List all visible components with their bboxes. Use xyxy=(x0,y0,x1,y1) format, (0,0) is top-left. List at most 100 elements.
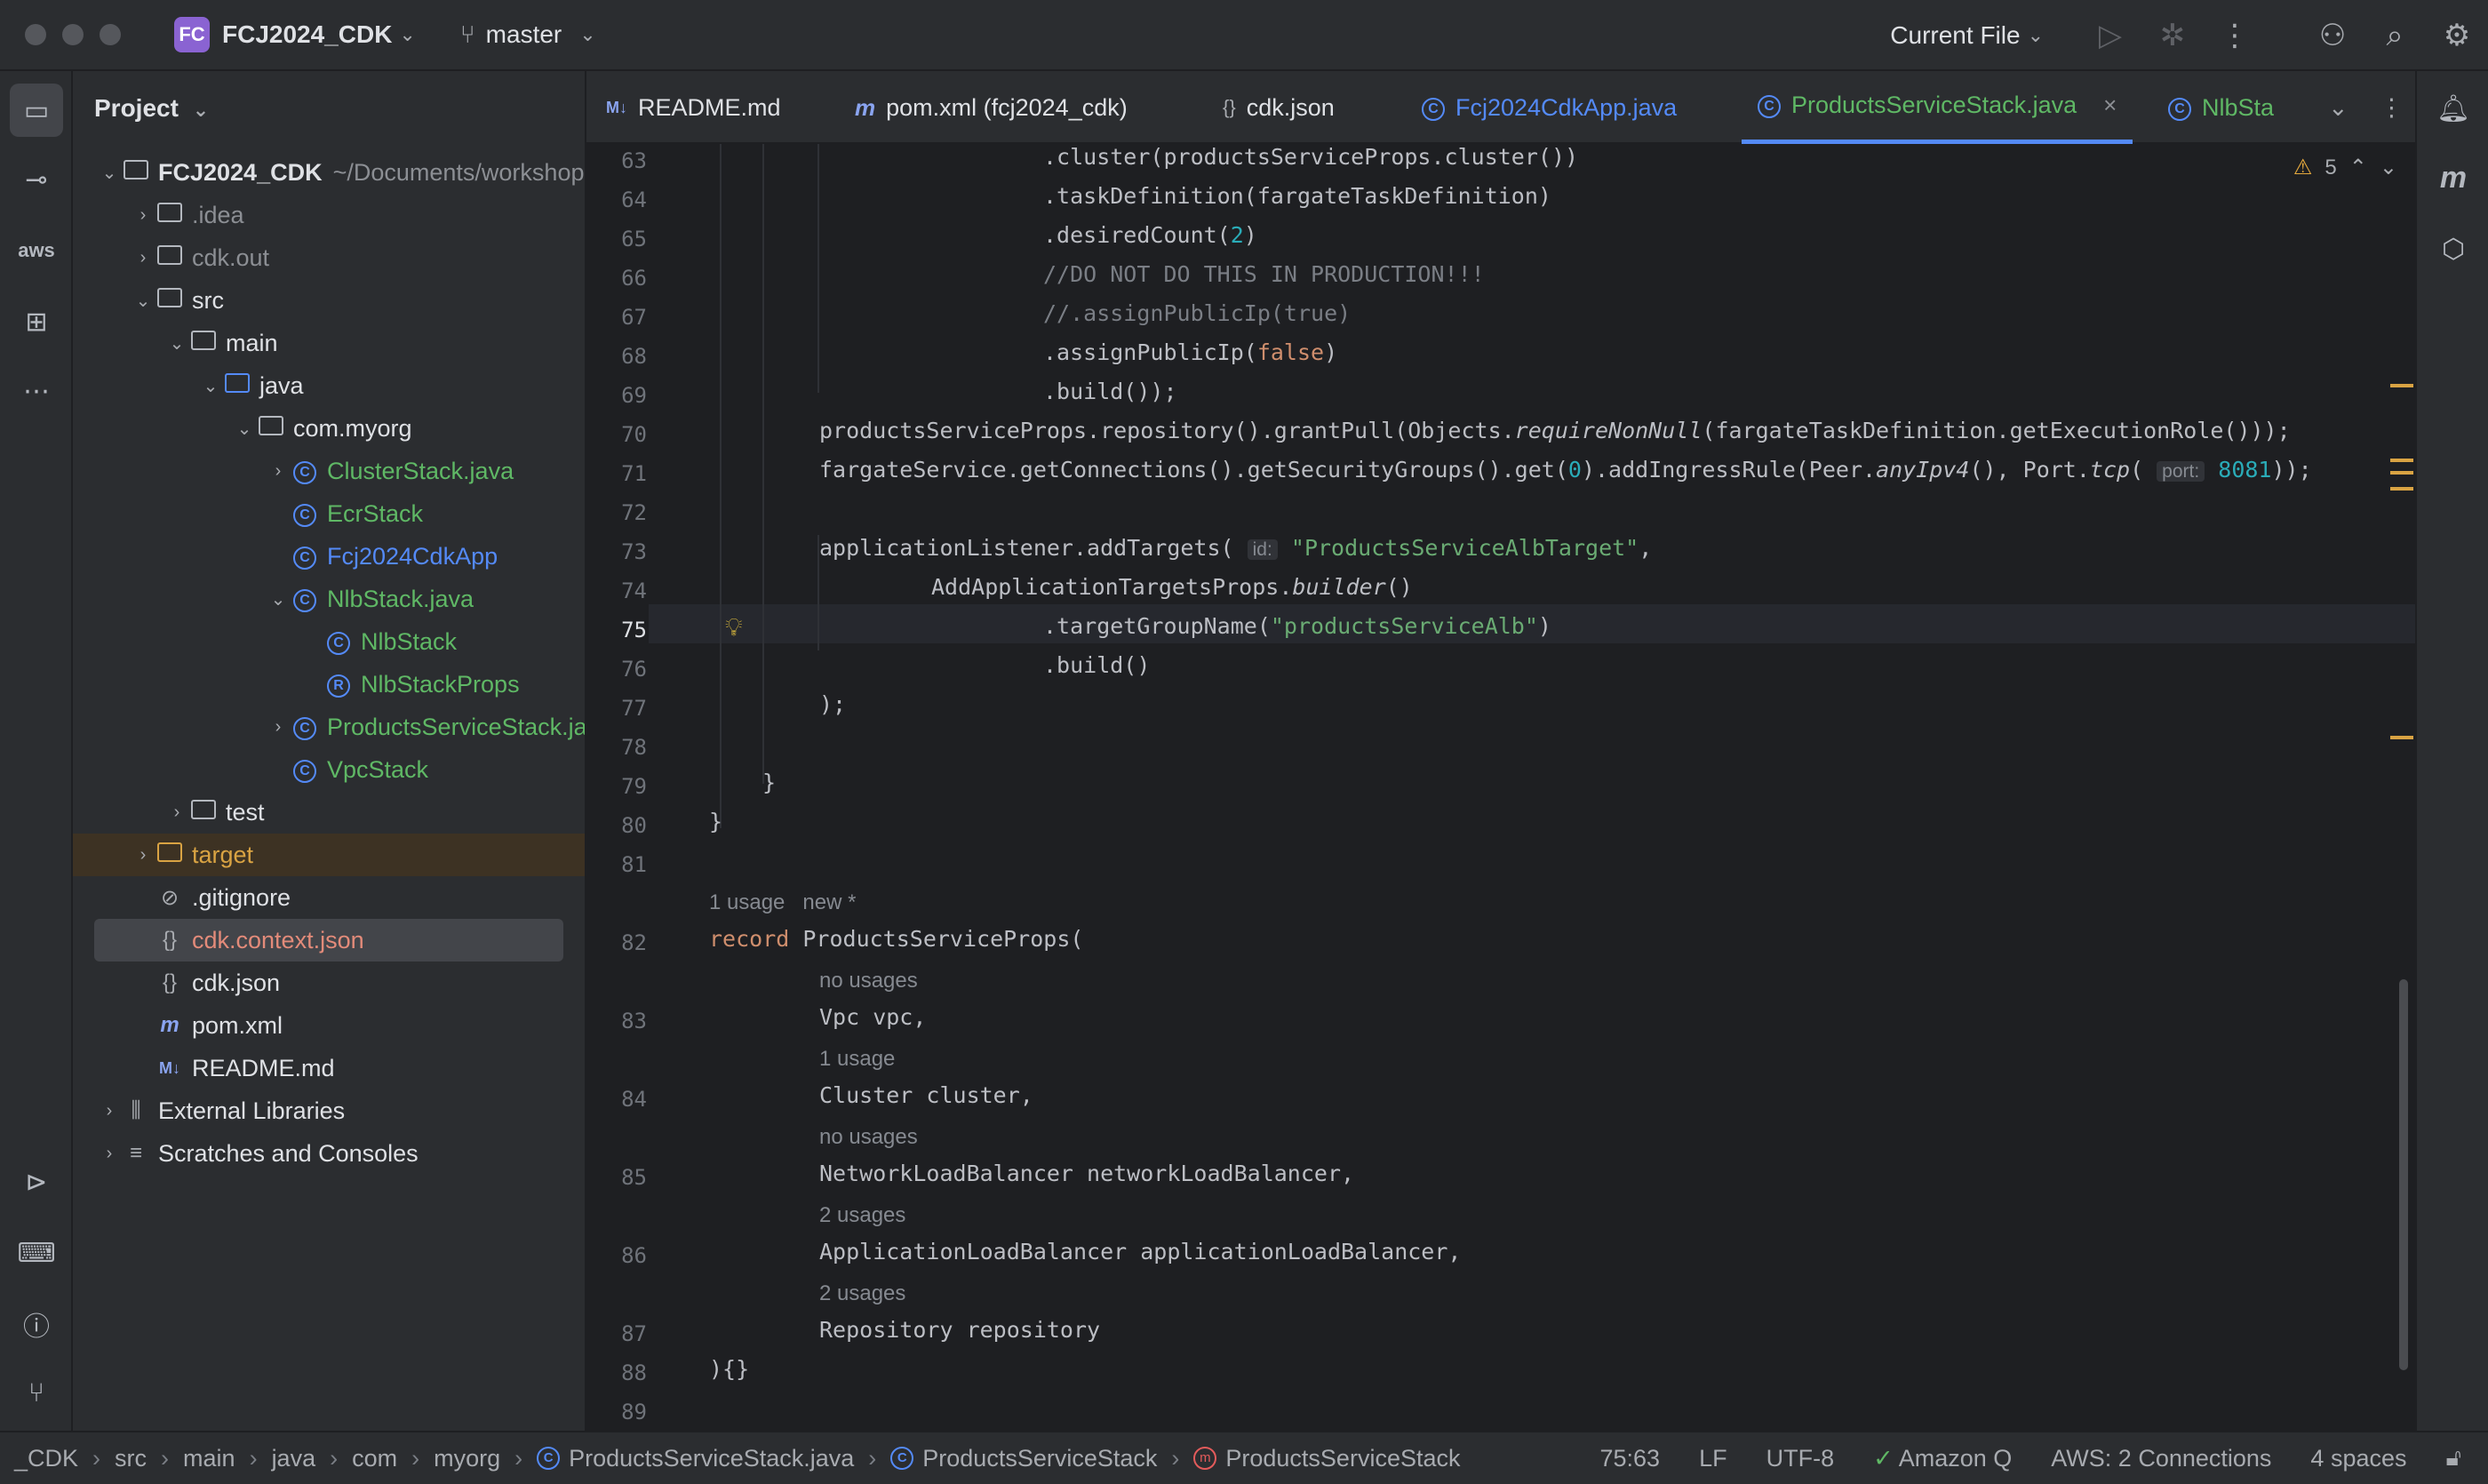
search-icon[interactable]: ⌕ xyxy=(2364,0,2426,71)
file-encoding[interactable]: UTF-8 xyxy=(1766,1445,1835,1472)
vcs-branch-widget[interactable]: ⑂ master ⌄ xyxy=(460,20,596,49)
minimize-window-button[interactable] xyxy=(62,24,84,45)
more-tools-icon[interactable]: ⋯ xyxy=(10,364,63,418)
tab-more-options-icon[interactable]: ⋮ xyxy=(2380,71,2404,144)
amazon-q-widget[interactable]: ✓ Amazon Q xyxy=(1873,1445,2012,1472)
indent-setting[interactable]: 4 spaces xyxy=(2310,1445,2406,1472)
tree-item-products-service-stack[interactable]: › C ProductsServiceStack.java xyxy=(73,706,585,748)
tree-item-nlb-stack-java[interactable]: ⌄ C NlbStack.java xyxy=(73,578,585,620)
code-vision-hint[interactable]: 2 usages xyxy=(819,1203,905,1228)
previous-highlight-icon[interactable]: ⌃ xyxy=(2349,155,2367,180)
code-vision-hint[interactable]: 2 usages xyxy=(819,1281,905,1306)
zoom-window-button[interactable] xyxy=(100,24,121,45)
tab-pom-xml[interactable]: m pom.xml (fcj2024_cdk) xyxy=(855,71,1128,144)
tree-item-label: Scratches and Consoles xyxy=(158,1139,419,1167)
git-tool-icon[interactable]: ⑂ xyxy=(10,1367,63,1420)
tree-item-cdk-out[interactable]: › cdk.out xyxy=(73,236,585,279)
line-number: 73 xyxy=(621,539,647,564)
lightbulb-intention-icon[interactable]: 💡︎ xyxy=(725,613,743,642)
tree-item-cdk-context-json[interactable]: {} cdk.context.json xyxy=(94,919,563,961)
warning-stripe-marker[interactable] xyxy=(2390,384,2413,387)
warning-stripe-marker[interactable] xyxy=(2390,487,2413,491)
close-window-button[interactable] xyxy=(25,24,46,45)
project-switcher[interactable]: FCJ2024_CDK xyxy=(222,20,392,49)
run-icon[interactable]: ▷ xyxy=(2079,0,2141,71)
breadcrumb-item[interactable]: com xyxy=(352,1445,397,1472)
tab-cdk-json[interactable]: {} cdk.json xyxy=(1223,71,1335,144)
tree-item-java[interactable]: ⌄ java xyxy=(73,364,585,407)
terminal-tool-icon[interactable]: ⌨ xyxy=(10,1226,63,1280)
line-separator[interactable]: LF xyxy=(1699,1445,1727,1472)
structure-tool-icon[interactable]: ⊞ xyxy=(10,295,63,348)
tree-item-scratches[interactable]: › ≡ Scratches and Consoles xyxy=(73,1132,585,1175)
tree-item-src[interactable]: ⌄ src xyxy=(73,279,585,322)
ai-assistant-icon[interactable]: ⬡ xyxy=(2427,222,2480,275)
tree-item-idea[interactable]: › .idea xyxy=(73,194,585,236)
tree-item-target[interactable]: › target xyxy=(73,834,585,876)
tab-list-dropdown-icon[interactable]: ⌄ xyxy=(2328,71,2348,144)
aws-toolkit-icon[interactable]: aws xyxy=(10,224,63,277)
add-user-icon[interactable]: ⚇ xyxy=(2301,0,2364,71)
tree-item-label: main xyxy=(226,329,278,356)
tree-item-external-libraries[interactable]: › ⫼ External Libraries xyxy=(73,1089,585,1132)
tree-item-gitignore[interactable]: ⊘ .gitignore xyxy=(73,876,585,919)
run-configuration-selector[interactable]: Current File ⌄ xyxy=(1890,21,2044,50)
class-icon: C xyxy=(537,1447,561,1470)
tree-item-com-myorg[interactable]: ⌄ com.myorg xyxy=(73,407,585,450)
code-vision-hint[interactable]: 1 usage new * xyxy=(709,890,856,915)
project-tool-folder-icon[interactable]: ▭ xyxy=(10,84,63,137)
tab-nlb-stack[interactable]: C NlbStack xyxy=(2168,71,2275,144)
folder-icon xyxy=(188,330,219,356)
breadcrumb-item[interactable]: main xyxy=(183,1445,235,1472)
line-number: 78 xyxy=(621,735,647,760)
tab-products-service-stack[interactable]: C ProductsServiceStack.java × xyxy=(1742,71,2133,144)
commit-tool-icon[interactable]: ⊸ xyxy=(10,153,63,206)
notifications-bell-icon[interactable]: 🔔︎ xyxy=(2427,82,2480,135)
warning-stripe-marker[interactable] xyxy=(2390,459,2413,462)
code-vision-hint[interactable]: no usages xyxy=(819,969,918,993)
tree-item-main[interactable]: ⌄ main xyxy=(73,322,585,364)
more-actions-icon[interactable]: ⋮ xyxy=(2204,0,2266,71)
close-tab-icon[interactable]: × xyxy=(2103,92,2117,119)
read-only-lock-icon[interactable]: 🔓︎ xyxy=(2446,1444,2462,1472)
breadcrumb-item[interactable]: myorg xyxy=(434,1445,500,1472)
project-badge[interactable]: FC xyxy=(174,17,210,52)
aws-connections-widget[interactable]: AWS: 2 Connections xyxy=(2051,1445,2271,1472)
inspection-widget[interactable]: ⚠ 5 ⌃ ⌄ xyxy=(2293,155,2397,180)
tree-item-cluster-stack[interactable]: › C ClusterStack.java xyxy=(73,450,585,492)
breadcrumb-item[interactable]: ProductsServiceStack xyxy=(922,1445,1157,1472)
caret-position[interactable]: 75:63 xyxy=(1600,1445,1661,1472)
warning-stripe-marker[interactable] xyxy=(2390,471,2413,475)
tree-item-cdk-json[interactable]: {} cdk.json xyxy=(73,961,585,1004)
tree-item-vpc-stack[interactable]: C VpcStack xyxy=(73,748,585,791)
tree-item-ecr-stack[interactable]: C EcrStack xyxy=(73,492,585,535)
maven-tool-icon[interactable]: m xyxy=(2427,151,2480,204)
next-highlight-icon[interactable]: ⌄ xyxy=(2380,155,2397,180)
code-vision-hint[interactable]: 1 usage xyxy=(819,1047,895,1072)
breadcrumb-item[interactable]: ProductsServiceStack xyxy=(1225,1445,1460,1472)
breadcrumb-item[interactable]: java xyxy=(272,1445,316,1472)
window-controls[interactable] xyxy=(25,24,121,45)
tree-item-nlb-stack-props[interactable]: R NlbStackProps xyxy=(73,663,585,706)
tree-item-fcj-app[interactable]: C Fcj2024CdkApp xyxy=(73,535,585,578)
tree-root[interactable]: ⌄ FCJ2024_CDK ~/Documents/workshop xyxy=(73,151,585,194)
code-vision-hint[interactable]: no usages xyxy=(819,1125,918,1150)
debug-icon[interactable]: ✲ xyxy=(2141,0,2204,71)
settings-gear-icon[interactable]: ⚙ xyxy=(2426,0,2488,71)
tab-readme[interactable]: M↓ README.md xyxy=(606,71,781,144)
breadcrumb-item[interactable]: src xyxy=(115,1445,147,1472)
breadcrumb-item[interactable]: _CDK xyxy=(14,1445,78,1472)
tree-item-readme[interactable]: M↓ README.md xyxy=(73,1047,585,1089)
tree-item-nlb-stack[interactable]: C NlbStack xyxy=(73,620,585,663)
code-line: ); xyxy=(819,691,847,717)
breadcrumb-item[interactable]: ProductsServiceStack.java xyxy=(569,1445,854,1472)
services-tool-icon[interactable]: ⊳ xyxy=(10,1155,63,1209)
problems-tool-icon[interactable]: ⓘ xyxy=(10,1297,63,1351)
warning-stripe-marker[interactable] xyxy=(2390,736,2413,739)
tree-item-pom-xml[interactable]: m pom.xml xyxy=(73,1004,585,1047)
project-panel-title[interactable]: Project ⌄ xyxy=(94,94,209,123)
editor-vertical-scrollbar[interactable] xyxy=(2399,979,2408,1370)
tree-item-test[interactable]: › test xyxy=(73,791,585,834)
code-editor[interactable]: ⚠ 5 ⌃ ⌄ 63 64 65 66 67 68 69 70 71 72 73… xyxy=(586,144,2415,1431)
tab-fcj2024-app[interactable]: C Fcj2024CdkApp.java xyxy=(1422,71,1677,144)
